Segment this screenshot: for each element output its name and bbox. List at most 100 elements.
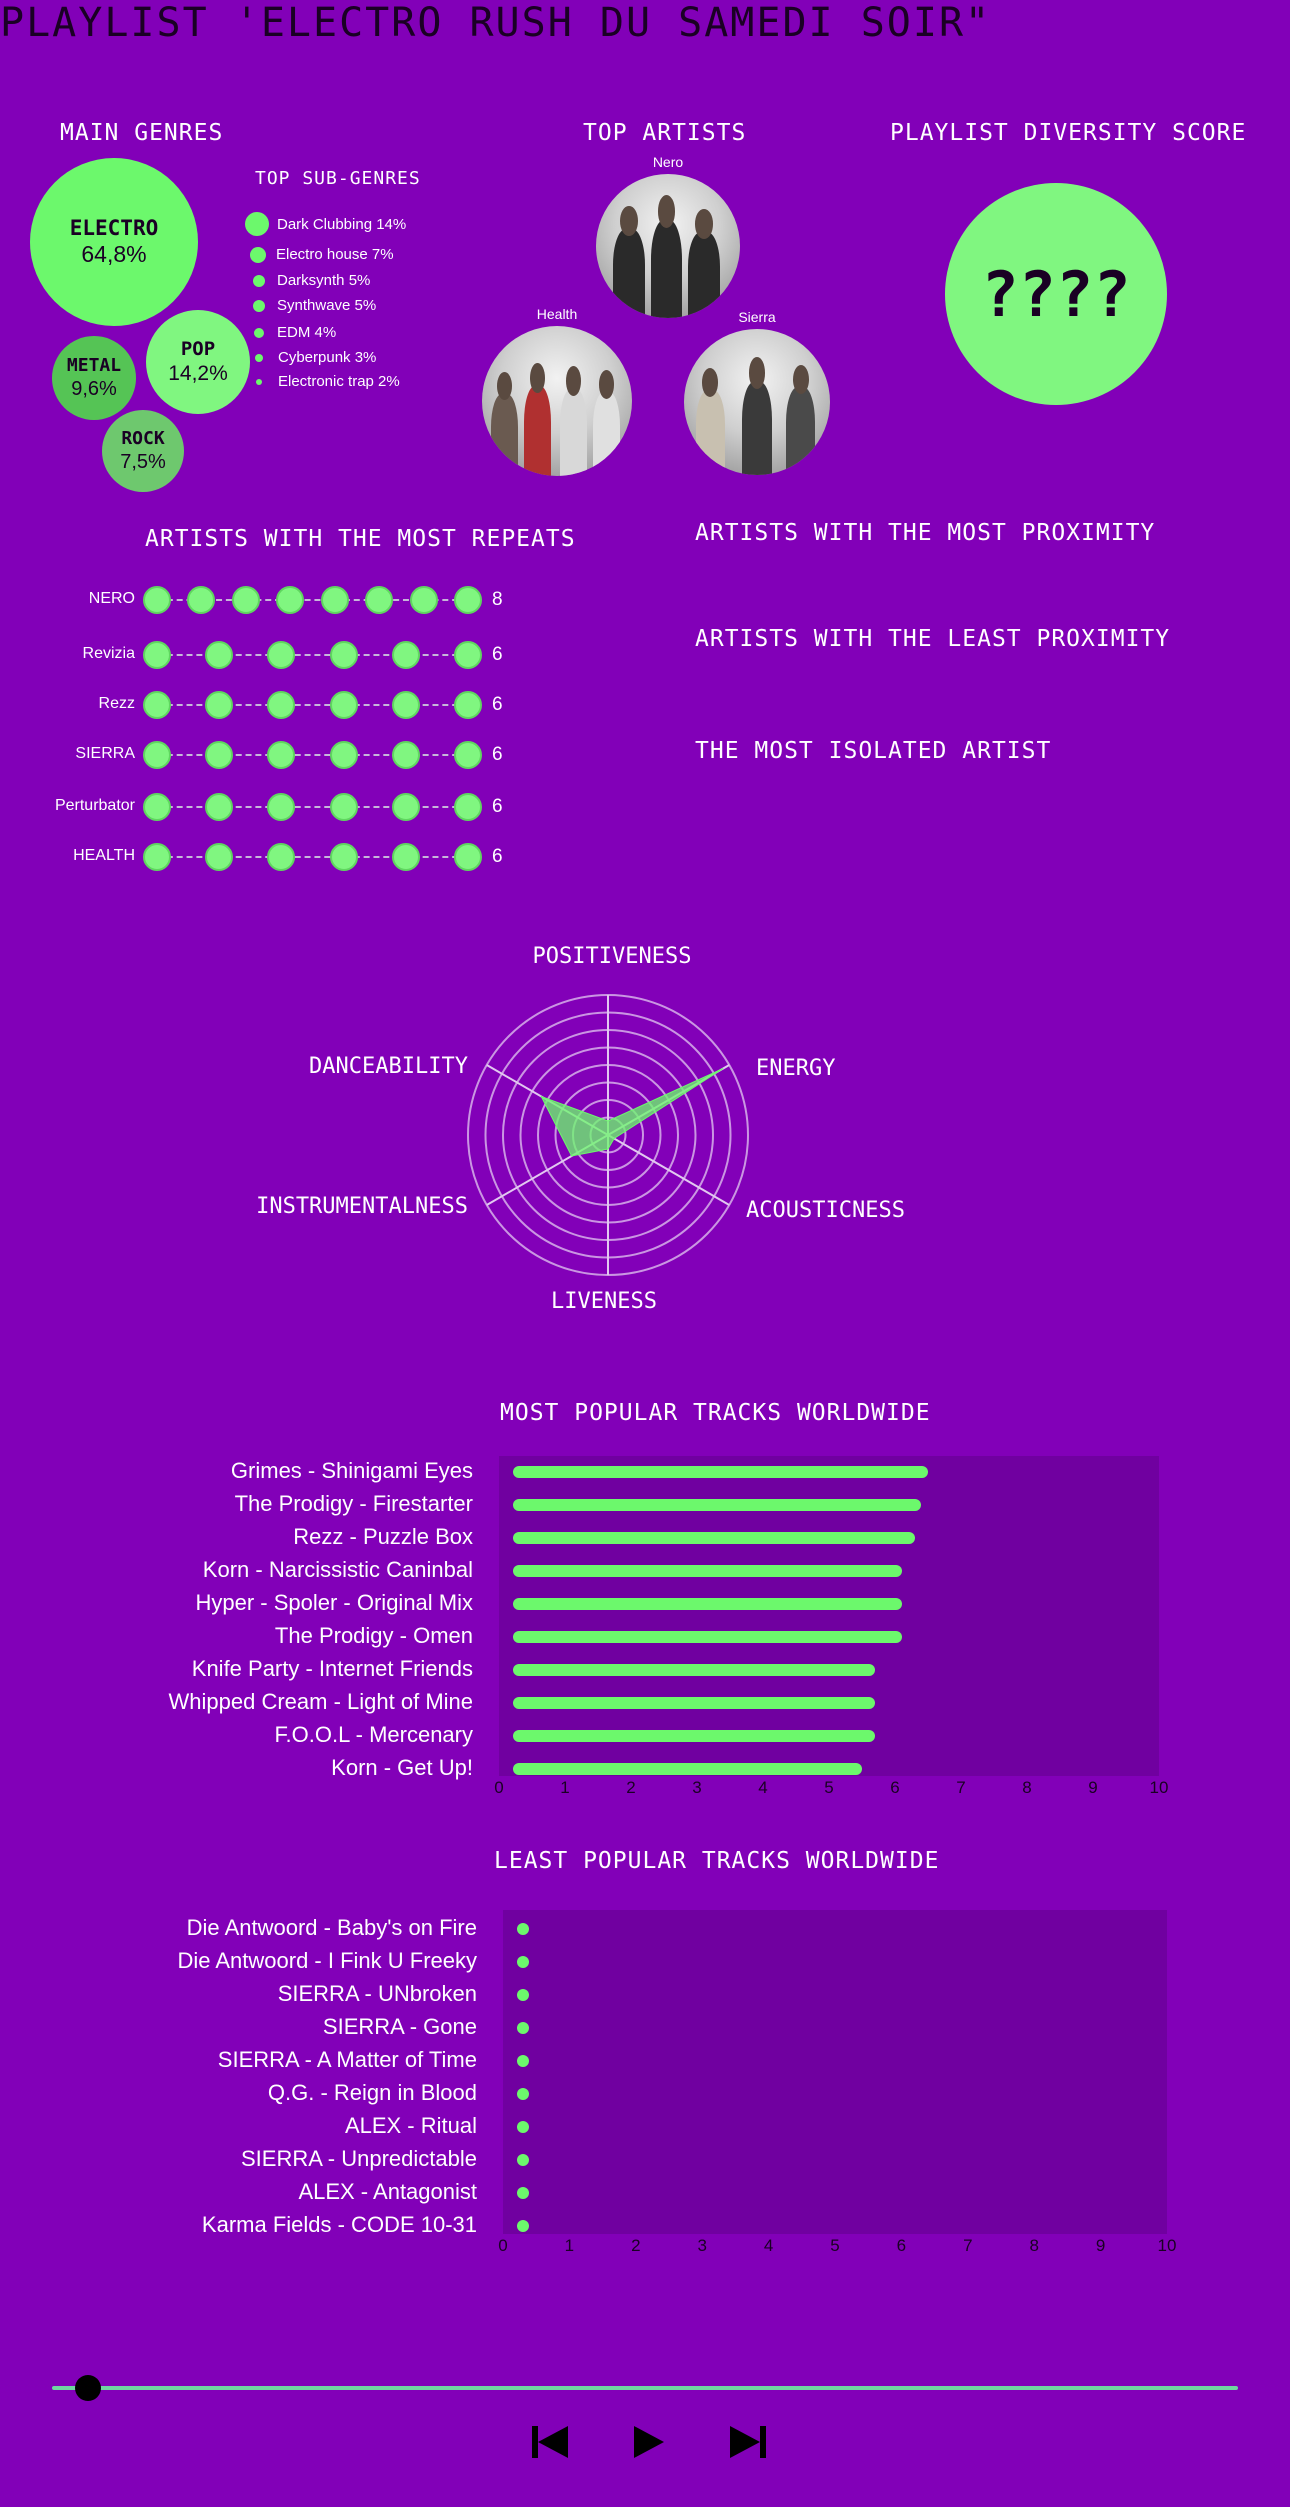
bar — [513, 1466, 928, 1478]
least-proximity-title: ARTISTS WITH THE LEAST PROXIMITY — [695, 626, 1171, 652]
repeat-dot — [329, 691, 358, 719]
repeat-dot — [320, 586, 349, 614]
repeat-connector — [157, 704, 468, 706]
x-tick-label: 7 — [963, 2236, 973, 2255]
bar — [517, 2187, 529, 2199]
genre-bubble-metal: METAL 9,6% — [52, 336, 136, 420]
repeat-count: 8 — [492, 589, 503, 610]
artist-name: Nero — [652, 154, 684, 170]
sub-genre-label: Electro house 7% — [276, 246, 394, 263]
genre-bubble-pop: POP 14,2% — [146, 310, 250, 414]
repeat-count: 6 — [492, 744, 503, 765]
repeat-dot — [454, 641, 482, 669]
radar-chart: POSITIVENESS ENERGY ACOUSTICNESS LIVENESS IN… — [256, 944, 905, 1314]
repeat-dot — [143, 586, 171, 614]
genre-name: ROCK — [121, 428, 165, 450]
repeat-dot — [143, 741, 171, 769]
x-tick-label: 8 — [1029, 2236, 1039, 2255]
bar-chart-panel — [503, 1910, 1167, 2234]
repeat-row: SIERRA 6 — [0, 740, 560, 770]
bar-label: Rezz - Puzzle Box — [293, 1524, 473, 1549]
bar-label: SIERRA - A Matter of Time — [217, 2047, 477, 2072]
diversity-title: PLAYLIST DIVERSITY SCORE — [890, 120, 1247, 146]
repeat-dot — [276, 586, 305, 614]
artist-name: Sierra — [738, 309, 776, 325]
repeat-row: Revizia 6 — [0, 640, 560, 670]
repeat-dot — [267, 691, 296, 719]
genre-bubble-electro: ELECTRO 64,8% — [30, 158, 198, 326]
artist-photo — [596, 174, 740, 318]
x-tick-label: 10 — [1157, 2236, 1177, 2255]
bar — [513, 1532, 915, 1544]
x-tick-label: 4 — [763, 2236, 774, 2255]
bar — [517, 2154, 529, 2166]
bar — [513, 1763, 862, 1775]
sub-genre-label: Synthwave 5% — [277, 297, 377, 314]
repeat-dot — [143, 691, 171, 719]
bar-label: F.O.O.L - Mercenary — [274, 1722, 473, 1747]
bar — [517, 2022, 529, 2034]
sub-genre-label: Electronic trap 2% — [278, 373, 400, 390]
bar — [513, 1697, 876, 1709]
repeat-artist-name: Perturbator — [54, 797, 135, 814]
repeat-dot — [231, 586, 260, 614]
x-tick-label: 7 — [956, 1778, 966, 1797]
repeat-dot — [409, 586, 438, 614]
radar-axis-label: ACOUSTICNESS — [746, 1198, 905, 1223]
bar — [513, 1598, 902, 1610]
sub-genre-item: Darksynth 5% — [253, 272, 370, 289]
bar-label: SIERRA - UNbroken — [277, 1981, 477, 2006]
artist-card-nero[interactable]: Nero — [596, 154, 740, 318]
bar-label: The Prodigy - Firestarter — [234, 1491, 473, 1516]
repeat-dot — [391, 843, 420, 871]
repeat-dot — [365, 586, 394, 614]
repeat-row: Perturbator 6 — [0, 792, 560, 822]
repeat-dot — [267, 641, 296, 669]
x-tick-label: 2 — [631, 2236, 641, 2255]
play-icon[interactable] — [626, 2420, 670, 2464]
most-popular-title: MOST POPULAR TRACKS WORLDWIDE — [500, 1400, 931, 1426]
x-tick-label: 8 — [1022, 1778, 1032, 1797]
bar — [517, 2088, 529, 2100]
bar — [513, 1730, 876, 1742]
radar-axis-label: ENERGY — [756, 1056, 835, 1081]
repeat-dot — [267, 741, 296, 769]
player-progress-handle[interactable] — [74, 2375, 101, 2401]
x-tick-label: 5 — [830, 2236, 840, 2255]
sub-genre-label: Dark Clubbing 14% — [277, 215, 407, 233]
skip-forward-icon[interactable] — [726, 2420, 770, 2464]
bar-label: The Prodigy - Omen — [274, 1623, 473, 1648]
repeat-row: Rezz 6 — [0, 690, 560, 720]
bar — [517, 1956, 529, 1968]
x-tick-label: 2 — [626, 1778, 636, 1797]
repeat-count: 6 — [492, 846, 503, 867]
repeats-title: ARTISTS WITH THE MOST REPEATS — [145, 526, 576, 552]
repeat-dot — [205, 691, 234, 719]
repeat-row: HEALTH 6 — [0, 842, 560, 872]
repeat-dot — [267, 843, 296, 871]
x-tick-label: 0 — [498, 2236, 508, 2255]
repeat-artist-name: Revizia — [82, 645, 135, 662]
repeat-dot — [205, 843, 234, 871]
sub-genres-title: TOP SUB-GENRES — [255, 168, 421, 189]
skip-back-icon[interactable] — [528, 2420, 572, 2464]
x-tick-label: 0 — [494, 1778, 504, 1797]
least-popular-title: LEAST POPULAR TRACKS WORLDWIDE — [494, 1848, 940, 1874]
bar — [517, 2121, 529, 2133]
bar — [517, 2220, 529, 2232]
sub-genre-label: EDM 4% — [277, 324, 337, 341]
repeat-dot — [329, 843, 358, 871]
bar-label: Karma Fields - CODE 10-31 — [201, 2212, 477, 2237]
repeat-dot — [454, 843, 482, 871]
sub-genre-item: EDM 4% — [254, 324, 336, 341]
player-progress-track[interactable] — [52, 2386, 1238, 2390]
repeat-connector — [157, 754, 468, 756]
bar-label: ALEX - Antagonist — [298, 2179, 477, 2204]
repeat-dot — [143, 793, 171, 821]
artist-card-health[interactable]: Health — [482, 306, 632, 476]
artist-card-sierra[interactable]: Sierra — [684, 309, 830, 475]
bar-label: Q.G. - Reign in Blood — [267, 2080, 477, 2105]
repeat-artist-name: NERO — [88, 590, 135, 607]
x-tick-label: 4 — [758, 1778, 768, 1797]
main-genres-title: MAIN GENRES — [60, 120, 224, 146]
